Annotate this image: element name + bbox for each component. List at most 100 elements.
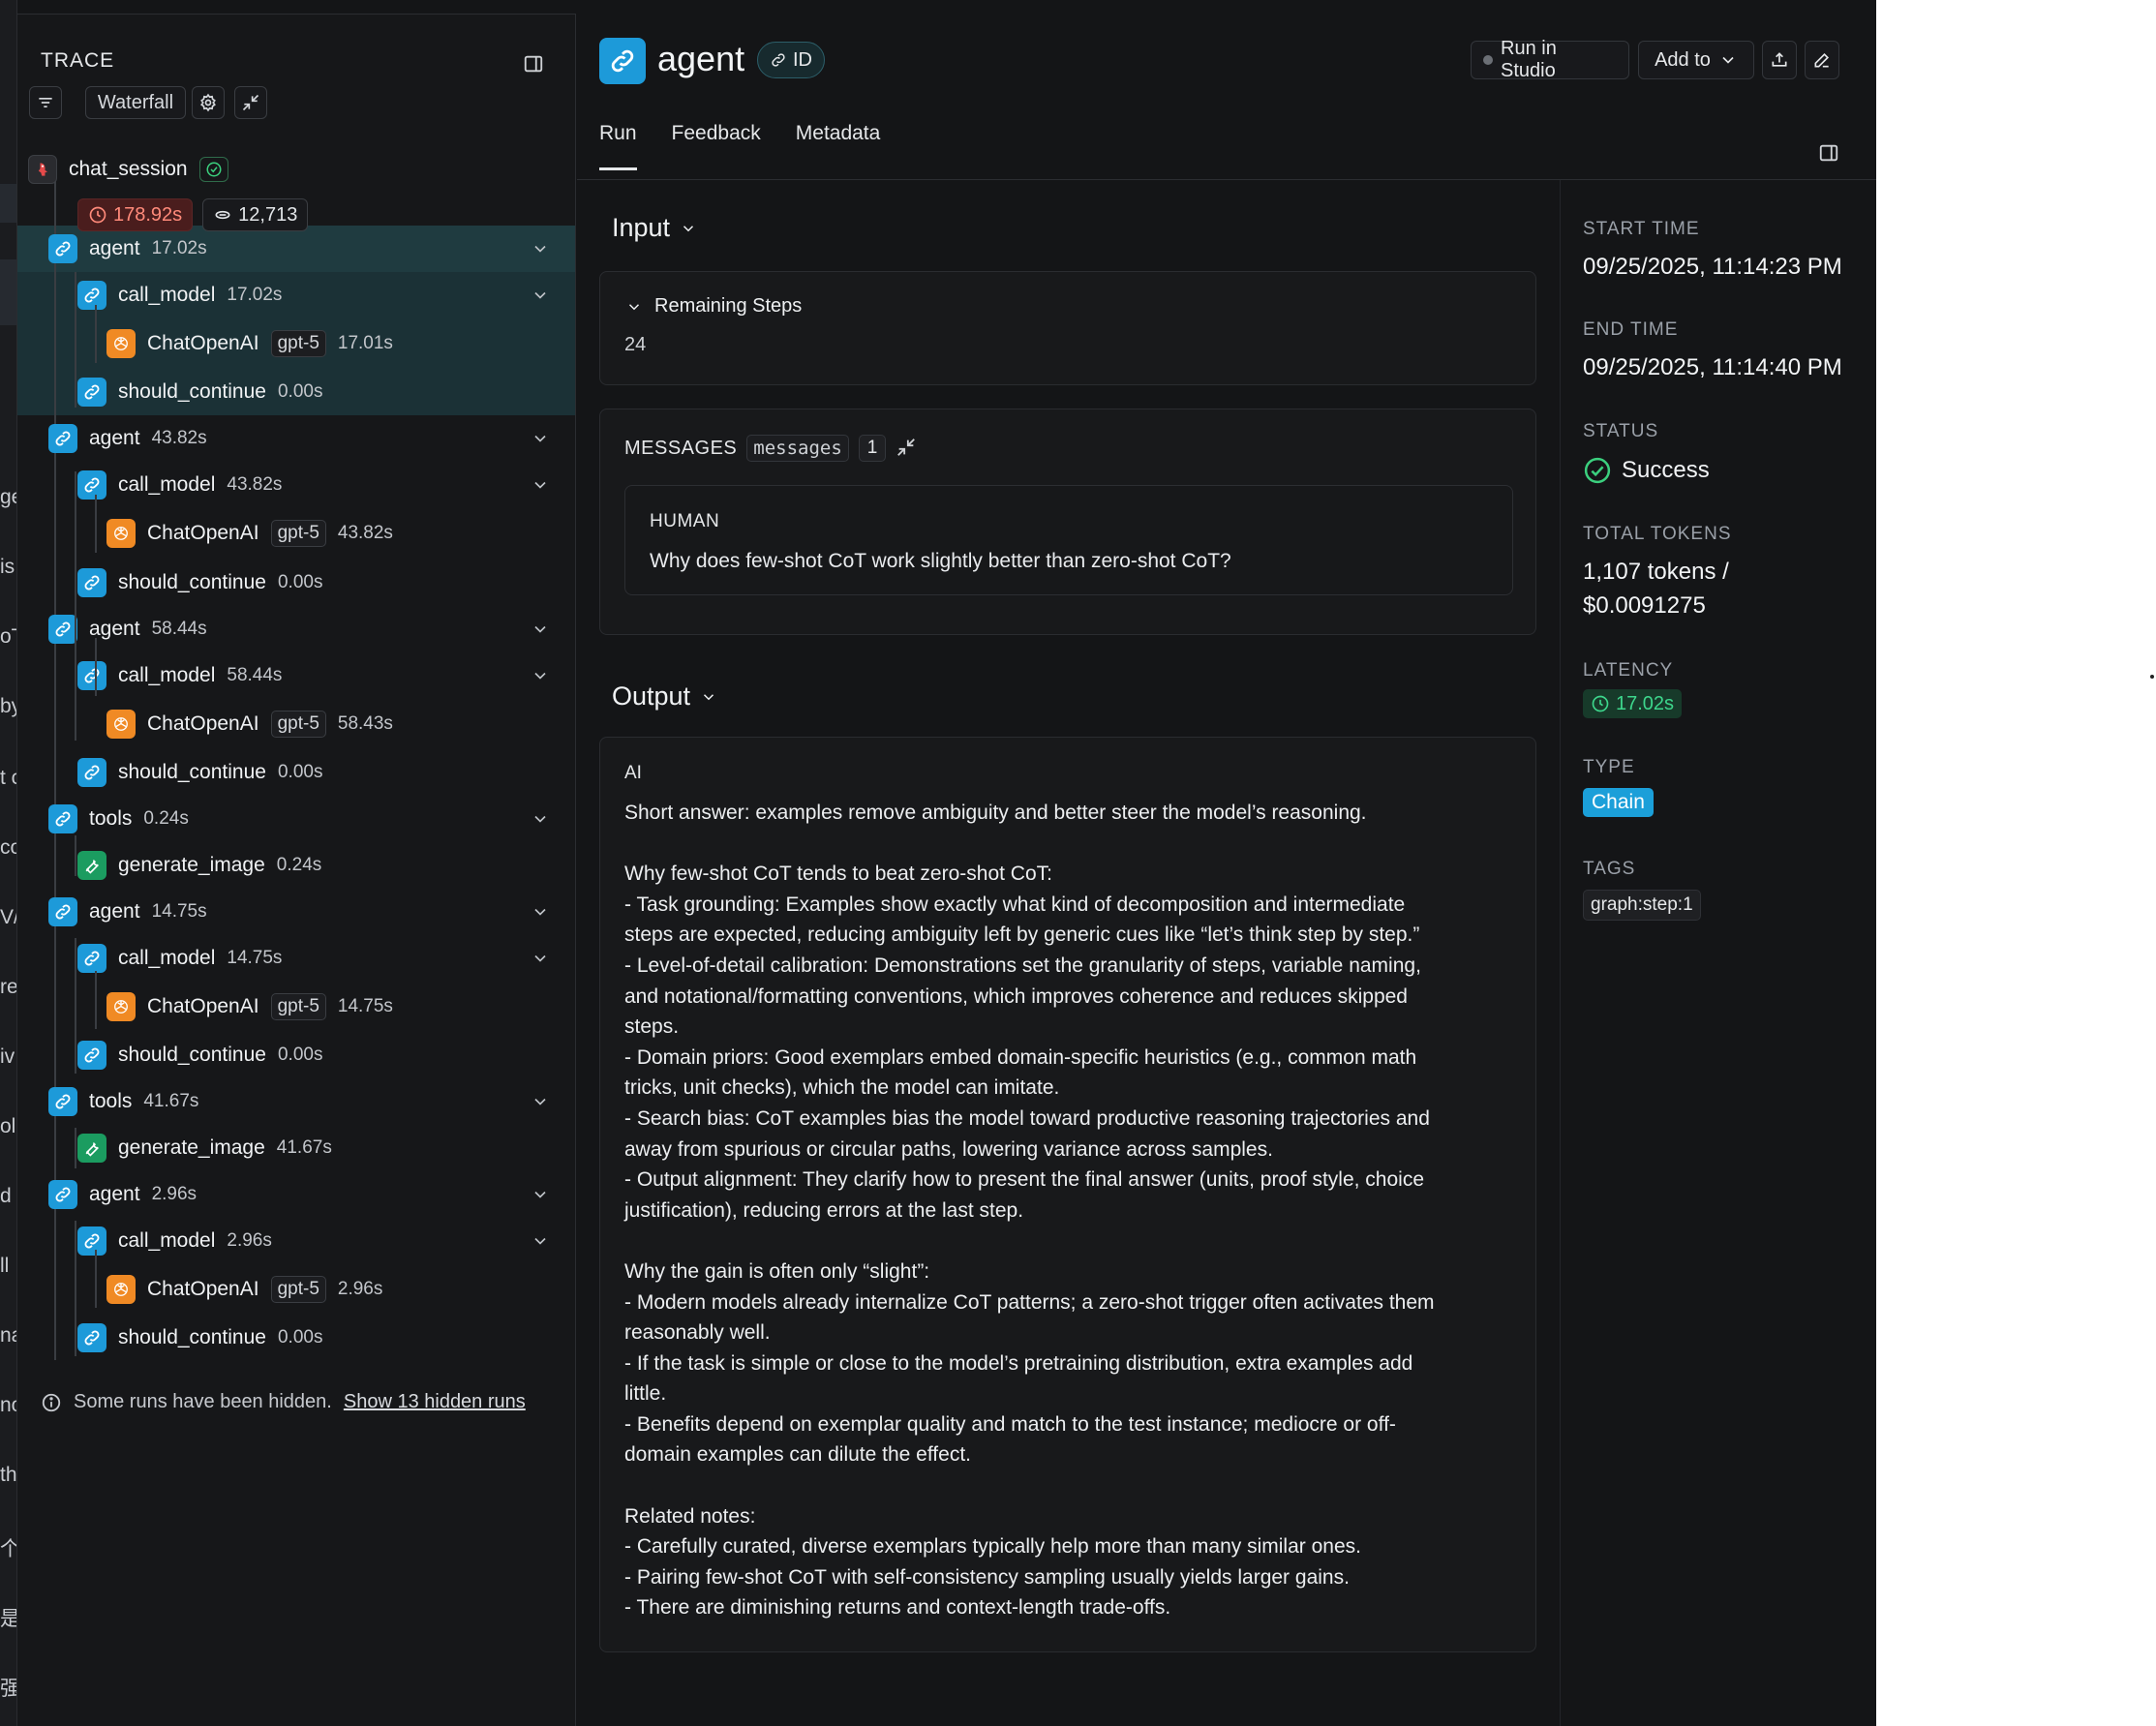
tab-metadata[interactable]: Metadata [796, 122, 881, 170]
trace-node-agent[interactable]: agent 43.82s [48, 422, 207, 455]
trace-node-generate-image[interactable]: generate_image 0.24s [77, 849, 321, 882]
node-duration: 58.44s [151, 619, 207, 639]
node-name: tools [89, 1090, 133, 1112]
chevron-down-icon[interactable] [531, 429, 550, 448]
node-duration: 0.00s [277, 1327, 323, 1347]
tree-connector [95, 495, 97, 553]
chevron-down-icon[interactable] [531, 666, 550, 685]
chevron-down-icon[interactable] [531, 1092, 550, 1111]
trace-node-generate-image[interactable]: generate_image 41.67s [77, 1132, 332, 1165]
filter-button[interactable] [29, 86, 62, 119]
copy-id-button[interactable]: ID [757, 42, 825, 78]
node-name: ChatOpenAI [147, 332, 259, 354]
trace-node-should-continue[interactable]: should_continue 0.00s [77, 376, 322, 409]
trace-node-agent[interactable]: agent 17.02s [48, 232, 207, 265]
chevron-down-icon[interactable] [531, 620, 550, 639]
add-to-button[interactable]: Add to [1638, 41, 1754, 79]
trace-node-ChatOpenAI[interactable]: ChatOpenAI gpt-5 17.01s [106, 327, 393, 360]
trace-root-row[interactable]: chat_session [28, 153, 228, 186]
share-button[interactable] [1762, 41, 1797, 79]
trace-node-call-model[interactable]: call_model 17.02s [77, 279, 282, 312]
toggle-details-icon[interactable] [1818, 142, 1843, 167]
human-role-label: HUMAN [650, 511, 720, 531]
node-duration: 0.24s [276, 855, 322, 875]
collapse-panel-icon[interactable] [521, 51, 546, 76]
tree-connector [95, 1250, 97, 1308]
root-duration-value: 178.92s [113, 203, 183, 226]
link-icon [48, 804, 77, 833]
tab-run[interactable]: Run [599, 122, 637, 170]
trace-node-ChatOpenAI[interactable]: ChatOpenAI gpt-5 2.96s [106, 1273, 382, 1306]
settings-button[interactable] [192, 86, 225, 119]
sliver-fragment: is [0, 556, 15, 578]
tabs-divider [577, 179, 1876, 180]
chevron-down-icon[interactable] [531, 475, 550, 495]
node-name: agent [89, 427, 140, 449]
trace-node-call-model[interactable]: call_model 58.44s [77, 659, 282, 692]
background-dot [2150, 675, 2154, 679]
ai-role-label: AI [624, 763, 642, 783]
type-badge: Chain [1583, 788, 1654, 817]
node-duration: 2.96s [151, 1184, 197, 1204]
tag-badge[interactable]: graph:step:1 [1583, 890, 1701, 921]
pencil-icon [1814, 52, 1830, 68]
openai-icon [106, 992, 136, 1021]
trace-node-ChatOpenAI[interactable]: ChatOpenAI gpt-5 58.43s [106, 708, 393, 741]
gear-icon [200, 93, 216, 112]
chevron-down-icon[interactable] [531, 809, 550, 829]
input-section-toggle[interactable]: Input [612, 213, 697, 243]
trace-node-ChatOpenAI[interactable]: ChatOpenAI gpt-5 14.75s [106, 990, 393, 1023]
node-duration: 58.44s [227, 665, 283, 685]
trace-node-agent[interactable]: agent 58.44s [48, 613, 207, 646]
sliver-fragment: co [0, 836, 16, 859]
trace-node-tools[interactable]: tools 0.24s [48, 802, 189, 835]
sliver-fragment: th [0, 1464, 17, 1486]
tree-connector [75, 605, 76, 741]
expand-arrows-icon[interactable] [896, 437, 919, 460]
trace-node-should-continue[interactable]: should_continue 0.00s [77, 1321, 322, 1354]
total-tokens-label: TOTAL TOKENS [1583, 524, 1732, 544]
sliver-fragment: re [0, 976, 17, 998]
details-divider [1560, 180, 1561, 1726]
run-in-studio-button[interactable]: Run in Studio [1471, 38, 1629, 81]
trace-node-should-continue[interactable]: should_continue 0.00s [77, 756, 322, 789]
end-time-label: END TIME [1583, 319, 1679, 340]
chevron-down-icon [683, 225, 694, 231]
collapse-all-button[interactable] [234, 86, 267, 119]
sliver-fragment: no [0, 1394, 16, 1416]
chevron-down-icon[interactable] [531, 949, 550, 968]
model-badge: gpt-5 [270, 711, 326, 738]
node-duration: 14.75s [227, 948, 283, 968]
node-duration: 0.24s [143, 808, 189, 829]
output-section-toggle[interactable]: Output [612, 681, 717, 712]
sliver-fragment: t c [0, 767, 16, 789]
link-icon [48, 424, 77, 453]
messages-label: MESSAGES [624, 437, 738, 459]
chevron-down-icon[interactable] [531, 1185, 550, 1204]
trace-node-should-continue[interactable]: should_continue 0.00s [77, 1039, 322, 1072]
tab-feedback[interactable]: Feedback [672, 122, 761, 170]
trace-node-should-continue[interactable]: should_continue 0.00s [77, 566, 322, 599]
edit-button[interactable] [1805, 41, 1839, 79]
link-icon [48, 234, 77, 263]
show-hidden-runs-link[interactable]: Show 13 hidden runs [344, 1391, 526, 1413]
id-label: ID [793, 48, 812, 71]
remaining-steps-toggle[interactable]: Remaining Steps [625, 295, 802, 318]
trace-node-agent[interactable]: agent 2.96s [48, 1178, 197, 1211]
trace-node-ChatOpenAI[interactable]: ChatOpenAI gpt-5 43.82s [106, 517, 393, 550]
trace-node-call-model[interactable]: call_model 2.96s [77, 1225, 272, 1257]
node-duration: 41.67s [143, 1091, 199, 1111]
trace-node-call-model[interactable]: call_model 43.82s [77, 469, 282, 501]
trace-node-tools[interactable]: tools 41.67s [48, 1085, 198, 1118]
chevron-down-icon[interactable] [531, 902, 550, 922]
chevron-down-icon[interactable] [531, 1231, 550, 1251]
view-mode-button[interactable]: Waterfall [85, 86, 186, 119]
chevron-down-icon [704, 693, 714, 700]
link-icon [77, 281, 106, 310]
trace-node-agent[interactable]: agent 14.75s [48, 895, 207, 928]
total-cost-value: $0.0091275 [1583, 592, 1706, 619]
trace-node-call-model[interactable]: call_model 14.75s [77, 942, 282, 975]
chevron-down-icon[interactable] [531, 286, 550, 305]
link-icon [77, 568, 106, 597]
chevron-down-icon[interactable] [531, 239, 550, 258]
